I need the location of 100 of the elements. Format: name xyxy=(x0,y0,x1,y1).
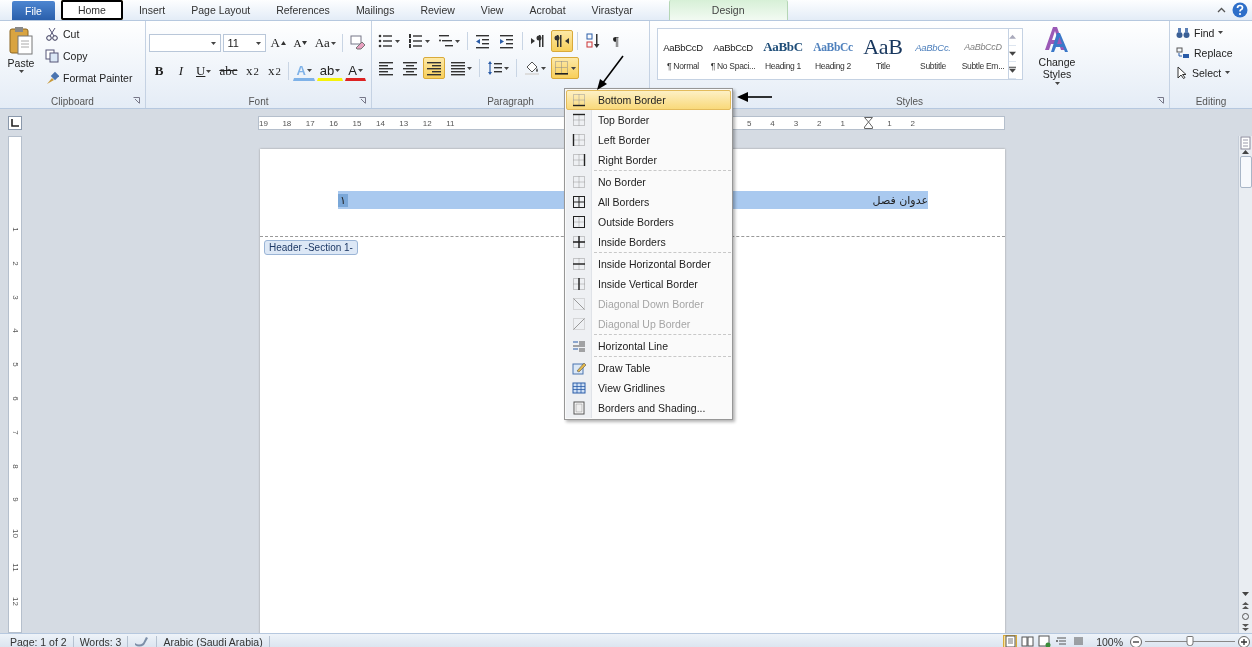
menu-item[interactable]: Right Border xyxy=(566,150,731,170)
browse-object-icon[interactable] xyxy=(1242,613,1249,620)
ribbon-tab[interactable]: Review xyxy=(410,0,465,20)
shrink-font-button[interactable]: A xyxy=(290,32,311,54)
reading-layout-icon xyxy=(1020,635,1034,647)
menu-item[interactable]: Draw Table xyxy=(566,358,731,378)
style-item[interactable]: AaBbCc Heading 2 xyxy=(808,29,858,79)
scroll-down-icon[interactable] xyxy=(1242,592,1249,596)
ribbon-tab[interactable]: Acrobat xyxy=(519,0,576,20)
proofing-icon[interactable] xyxy=(134,636,151,647)
menu-item[interactable]: Outside Borders xyxy=(566,212,731,232)
caret-icon xyxy=(206,69,212,73)
format-painter-button[interactable]: Format Painter xyxy=(42,68,136,88)
menu-item[interactable]: Inside Borders xyxy=(566,232,731,252)
style-item[interactable]: AaBbCcD Subtle Em... xyxy=(958,29,1008,79)
scroll-thumb[interactable] xyxy=(1239,156,1252,188)
ribbon-tab[interactable]: Home xyxy=(60,0,123,20)
numbering-icon xyxy=(408,33,424,49)
collapse-ribbon-icon[interactable] xyxy=(1217,7,1226,13)
borders-button[interactable] xyxy=(551,57,579,79)
tab-stop-selector[interactable] xyxy=(8,115,22,130)
help-icon[interactable] xyxy=(1232,2,1248,18)
menu-item[interactable]: Left Border xyxy=(566,130,731,150)
underline-button[interactable]: U xyxy=(193,60,215,82)
zoom-out-icon[interactable] xyxy=(1130,635,1142,647)
style-item[interactable]: AaBbCcD ¶ No Spaci... xyxy=(708,29,758,79)
indent-marker-icon[interactable] xyxy=(863,117,873,129)
menu-item[interactable]: View Gridlines xyxy=(566,378,731,398)
change-case-button[interactable]: Aa xyxy=(312,32,339,54)
replace-button[interactable]: Replace xyxy=(1173,43,1249,62)
style-item[interactable]: AaBbCcD ¶ Normal xyxy=(658,29,708,79)
ribbon-tab[interactable]: Mailings xyxy=(345,0,405,20)
change-styles-button[interactable]: Change Styles xyxy=(1034,23,1080,94)
previous-page-icon[interactable] xyxy=(1242,602,1249,609)
caret-icon xyxy=(504,66,509,70)
strikethrough-button[interactable]: abc xyxy=(216,60,241,82)
find-button[interactable]: Find xyxy=(1173,23,1249,42)
ribbon-tab[interactable]: Insert xyxy=(128,0,176,20)
align-center-icon xyxy=(402,60,418,76)
view-button[interactable] xyxy=(1054,635,1069,647)
justify-icon xyxy=(450,60,466,76)
launcher-icon[interactable] xyxy=(359,97,366,104)
ribbon-tab[interactable]: Design xyxy=(668,0,788,20)
menu-item[interactable]: Horizontal Line xyxy=(566,336,731,356)
caret-icon xyxy=(256,41,262,45)
caret-icon xyxy=(395,39,400,43)
ribbon-tab[interactable]: View xyxy=(470,0,514,20)
style-item[interactable]: AaB Title xyxy=(858,29,908,79)
caret-icon xyxy=(455,39,460,43)
launcher-icon[interactable] xyxy=(1157,97,1164,104)
view-button[interactable] xyxy=(1003,635,1018,647)
vertical-ruler[interactable]: 1 2 3 4 5 6 7 8 9 10 11 12 xyxy=(8,136,22,633)
status-text[interactable]: Words: 3 xyxy=(73,635,129,647)
zoom-level[interactable]: 100% xyxy=(1096,635,1123,647)
up-caret-icon xyxy=(280,41,286,45)
multilevel-list-icon xyxy=(438,33,454,49)
align-left-icon xyxy=(378,60,394,76)
menu-item[interactable]: Borders and Shading... xyxy=(566,398,731,418)
launcher-icon[interactable] xyxy=(133,97,140,104)
print-layout-icon xyxy=(1003,635,1017,647)
paste-button[interactable]: Paste xyxy=(3,23,39,94)
ribbon-tab[interactable]: File xyxy=(12,1,55,20)
ribbon-tab[interactable]: References xyxy=(266,0,340,20)
status-text[interactable]: Page: 1 of 2 xyxy=(4,635,74,647)
pencil-table-icon xyxy=(572,361,586,375)
grow-font-button[interactable]: A xyxy=(268,32,289,54)
font-name-field[interactable] xyxy=(149,34,221,52)
menu-item[interactable]: Inside Vertical Border xyxy=(566,274,731,294)
align-right-button[interactable] xyxy=(423,57,445,79)
style-item[interactable]: AaBbCc. Subtitle xyxy=(908,29,958,79)
increase-indent-icon xyxy=(499,33,515,49)
left-to-right-icon xyxy=(530,33,546,49)
right-to-left-button[interactable] xyxy=(551,30,573,52)
menu-item[interactable]: Inside Horizontal Border xyxy=(566,254,731,274)
clipboard-icon xyxy=(8,26,34,56)
select-button[interactable]: Select xyxy=(1173,63,1249,82)
font-size-field[interactable]: 11 xyxy=(222,34,267,52)
bold-button[interactable]: B xyxy=(149,60,169,82)
vertical-scrollbar[interactable] xyxy=(1238,136,1252,633)
cut-button[interactable]: Cut xyxy=(42,24,136,44)
highlight-button[interactable]: ab xyxy=(316,61,344,81)
ribbon-tab[interactable]: Page Layout xyxy=(181,0,261,20)
next-page-icon[interactable] xyxy=(1242,624,1249,631)
ribbon-tab[interactable]: Virastyar xyxy=(581,0,643,20)
all-borders-icon xyxy=(572,195,586,209)
view-button[interactable] xyxy=(1020,635,1035,647)
font-color-button[interactable]: A xyxy=(345,61,366,81)
status-text[interactable]: Arabic (Saudi Arabia) xyxy=(157,635,270,647)
menu-item[interactable]: Bottom Border xyxy=(566,90,731,110)
zoom-slider-thumb[interactable] xyxy=(1186,636,1194,646)
italic-button[interactable]: I xyxy=(171,60,191,82)
menu-item[interactable]: No Border xyxy=(566,172,731,192)
copy-button[interactable]: Copy xyxy=(42,46,136,66)
zoom-in-icon[interactable] xyxy=(1238,635,1250,647)
style-item[interactable]: AaBbC Heading 1 xyxy=(758,29,808,79)
caret-icon xyxy=(210,41,216,45)
menu-item[interactable]: All Borders xyxy=(566,192,731,212)
show-marks-button[interactable]: ¶ xyxy=(606,30,626,52)
caret-icon xyxy=(541,66,546,70)
view-button[interactable] xyxy=(1037,635,1052,647)
